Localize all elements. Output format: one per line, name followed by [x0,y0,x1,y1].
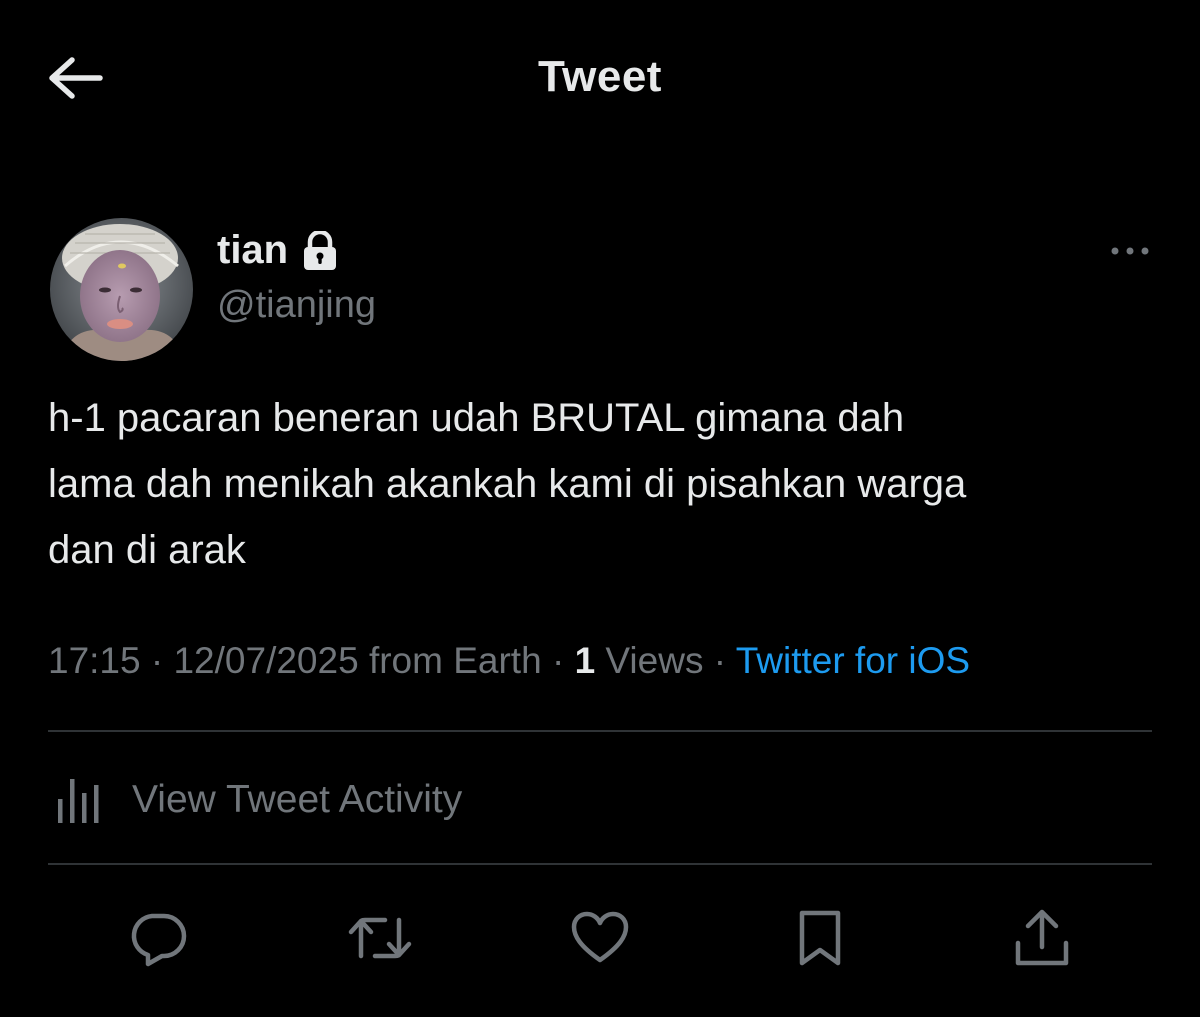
top-bar: Tweet [0,0,1200,160]
user-handle[interactable]: @tianjing [217,284,376,327]
bookmark-button[interactable] [780,900,860,980]
views-count: 1 [574,640,596,681]
reply-icon [128,908,188,973]
retweet-icon [347,908,413,973]
display-name[interactable]: tian [217,228,288,273]
tweet-text: h-1 pacaran beneran udah BRUTAL gimana d… [48,396,967,572]
separator: · [150,640,164,681]
tweet-action-bar [0,900,1200,980]
page-title: Tweet [538,52,662,101]
share-icon [1013,907,1071,974]
view-tweet-activity-button[interactable]: View Tweet Activity [48,768,462,832]
tweet-author: tian @tianjing [50,210,1160,361]
tweet-time[interactable]: 17:15 [48,640,141,681]
tweet-location: from Earth [368,640,542,681]
bar-chart-icon [48,775,110,825]
tweet-source-link[interactable]: Twitter for iOS [736,640,970,681]
separator: · [551,640,565,681]
separator: · [713,640,727,681]
like-button[interactable] [560,900,640,980]
views-label: Views [605,640,704,681]
avatar[interactable] [50,218,193,361]
bookmark-icon [795,908,845,973]
more-horizontal-icon [1110,243,1150,261]
lock-icon [302,230,338,271]
tweet-metadata: 17:15 · 12/07/2025 from Earth · 1 Views … [48,640,1158,682]
more-options-button[interactable] [1100,232,1160,272]
divider [48,863,1152,865]
divider [48,730,1152,732]
heart-icon [570,910,630,971]
retweet-button[interactable] [340,900,420,980]
tweet-date[interactable]: 12/07/2025 [173,640,358,681]
share-button[interactable] [1002,900,1082,980]
display-name-row: tian [217,228,338,273]
reply-button[interactable] [118,900,198,980]
activity-label: View Tweet Activity [132,778,463,821]
